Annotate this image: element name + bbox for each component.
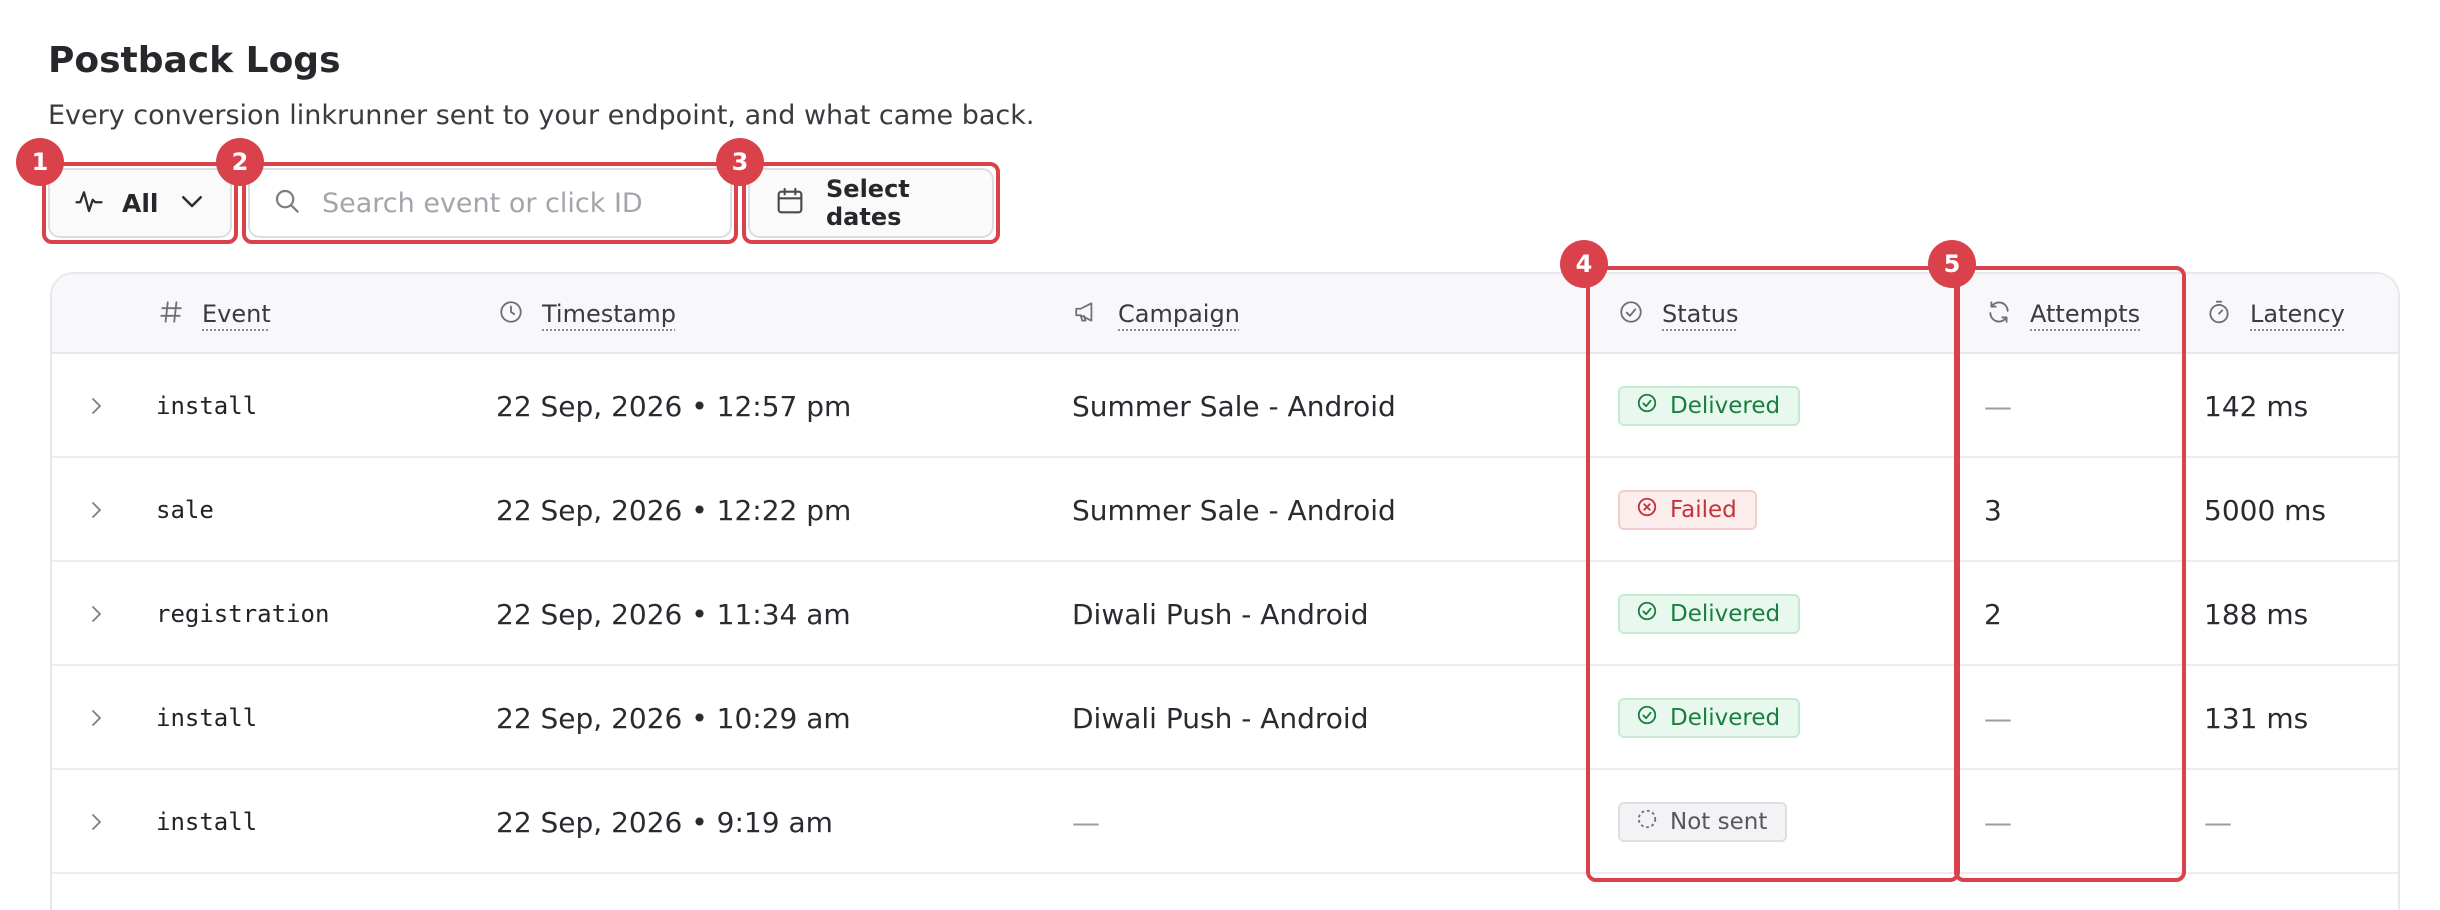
status-label: Failed (1670, 497, 1737, 523)
calendar-icon (774, 185, 806, 221)
table-row[interactable]: install 22 Sep, 2026 • 12:57 pm Summer S… (52, 354, 2398, 458)
page-title: Postback Logs (48, 40, 341, 81)
date-range-label: Select dates (826, 175, 910, 231)
latency-cell: 131 ms (2204, 701, 2309, 735)
attempts-cell: — (1984, 389, 2012, 423)
hash-icon (158, 299, 184, 329)
column-header-latency[interactable]: Latency (2206, 274, 2345, 354)
status-badge: Not sent (1618, 802, 1788, 842)
status-cell: Delivered (1618, 562, 1801, 666)
search-input[interactable] (322, 187, 722, 219)
stopwatch-icon (2206, 299, 2232, 329)
attempts-cell: 3 (1984, 493, 2002, 527)
column-header-attempts-label: Attempts (2030, 300, 2141, 328)
annotation-marker-2: 2 (216, 138, 264, 186)
timestamp-cell: 22 Sep, 2026 • 9:19 am (496, 805, 833, 839)
chevron-right-icon[interactable] (84, 666, 108, 770)
status-label: Delivered (1670, 601, 1781, 627)
date-range-button[interactable]: Select dates (748, 168, 994, 238)
campaign-cell: Diwali Push - Android (1072, 701, 1369, 735)
column-header-event[interactable]: Event (158, 274, 271, 354)
column-header-campaign-label: Campaign (1118, 300, 1240, 328)
annotation-marker-5: 5 (1928, 240, 1976, 288)
annotation-marker-4: 4 (1560, 240, 1608, 288)
check-circle-icon (1618, 299, 1644, 329)
table-row[interactable]: registration 22 Sep, 2026 • 11:34 am Diw… (52, 562, 2398, 666)
latency-cell: 5000 ms (2204, 493, 2327, 527)
column-header-timestamp[interactable]: Timestamp (498, 274, 676, 354)
search-icon (272, 186, 302, 220)
status-cell: Not sent (1618, 770, 1788, 874)
status-label: Delivered (1670, 393, 1781, 419)
latency-cell: 188 ms (2204, 597, 2309, 631)
event-cell: install (156, 808, 258, 836)
event-cell: install (156, 704, 258, 732)
latency-cell: — (2204, 805, 2232, 839)
search-field[interactable] (248, 168, 732, 238)
timestamp-cell: 22 Sep, 2026 • 11:34 am (496, 597, 851, 631)
column-header-attempts[interactable]: Attempts (1986, 274, 2140, 354)
event-cell: sale (156, 496, 214, 524)
event-type-filter-dropdown[interactable]: All (48, 168, 232, 238)
event-type-filter-label: All (122, 188, 159, 218)
status-label: Not sent (1670, 809, 1768, 835)
column-header-latency-label: Latency (2250, 300, 2345, 328)
clock-icon (498, 299, 524, 329)
chevron-down-icon (177, 186, 207, 220)
latency-cell: 142 ms (2204, 389, 2309, 423)
x-circle-icon (1636, 496, 1658, 524)
status-badge: Delivered (1618, 698, 1801, 738)
activity-icon (74, 186, 104, 220)
annotation-marker-3: 3 (716, 138, 764, 186)
check-circle-icon (1636, 600, 1658, 628)
chevron-right-icon[interactable] (84, 354, 108, 458)
timestamp-cell: 22 Sep, 2026 • 10:29 am (496, 701, 851, 735)
chevron-right-icon[interactable] (84, 770, 108, 874)
status-cell: Delivered (1618, 354, 1801, 458)
campaign-cell: — (1072, 805, 1100, 839)
timestamp-cell: 22 Sep, 2026 • 12:57 pm (496, 389, 852, 423)
campaign-cell: Diwali Push - Android (1072, 597, 1369, 631)
table-header: Event Timestamp Campaign Status Attempts (52, 274, 2398, 354)
column-header-status[interactable]: Status (1618, 274, 1738, 354)
check-circle-icon (1636, 392, 1658, 420)
status-badge: Delivered (1618, 386, 1801, 426)
event-cell: install (156, 392, 258, 420)
postback-logs-table: Event Timestamp Campaign Status Attempts (50, 272, 2400, 910)
status-badge: Delivered (1618, 594, 1801, 634)
table-row[interactable]: install 22 Sep, 2026 • 9:19 am — Not sen… (52, 770, 2398, 874)
attempts-cell: 2 (1984, 597, 2002, 631)
campaign-cell: Summer Sale - Android (1072, 493, 1396, 527)
dashed-circle-icon (1636, 808, 1658, 836)
refresh-icon (1986, 299, 2012, 329)
chevron-right-icon[interactable] (84, 562, 108, 666)
status-label: Delivered (1670, 705, 1781, 731)
table-row[interactable]: install 22 Sep, 2026 • 10:29 am Diwali P… (52, 666, 2398, 770)
attempts-cell: — (1984, 701, 2012, 735)
column-header-status-label: Status (1662, 300, 1739, 328)
page-subtitle: Every conversion linkrunner sent to your… (48, 100, 1035, 131)
table-row[interactable]: sale 22 Sep, 2026 • 12:22 pm Summer Sale… (52, 458, 2398, 562)
column-header-timestamp-label: Timestamp (542, 300, 676, 328)
attempts-cell: — (1984, 805, 2012, 839)
status-cell: Failed (1618, 458, 1757, 562)
chevron-right-icon[interactable] (84, 458, 108, 562)
column-header-event-label: Event (202, 300, 271, 328)
event-cell: registration (156, 600, 330, 628)
annotation-marker-1: 1 (16, 138, 64, 186)
check-circle-icon (1636, 704, 1658, 732)
megaphone-icon (1072, 299, 1100, 329)
column-header-campaign[interactable]: Campaign (1072, 274, 1240, 354)
status-badge: Failed (1618, 490, 1757, 530)
campaign-cell: Summer Sale - Android (1072, 389, 1396, 423)
timestamp-cell: 22 Sep, 2026 • 12:22 pm (496, 493, 852, 527)
status-cell: Delivered (1618, 666, 1801, 770)
